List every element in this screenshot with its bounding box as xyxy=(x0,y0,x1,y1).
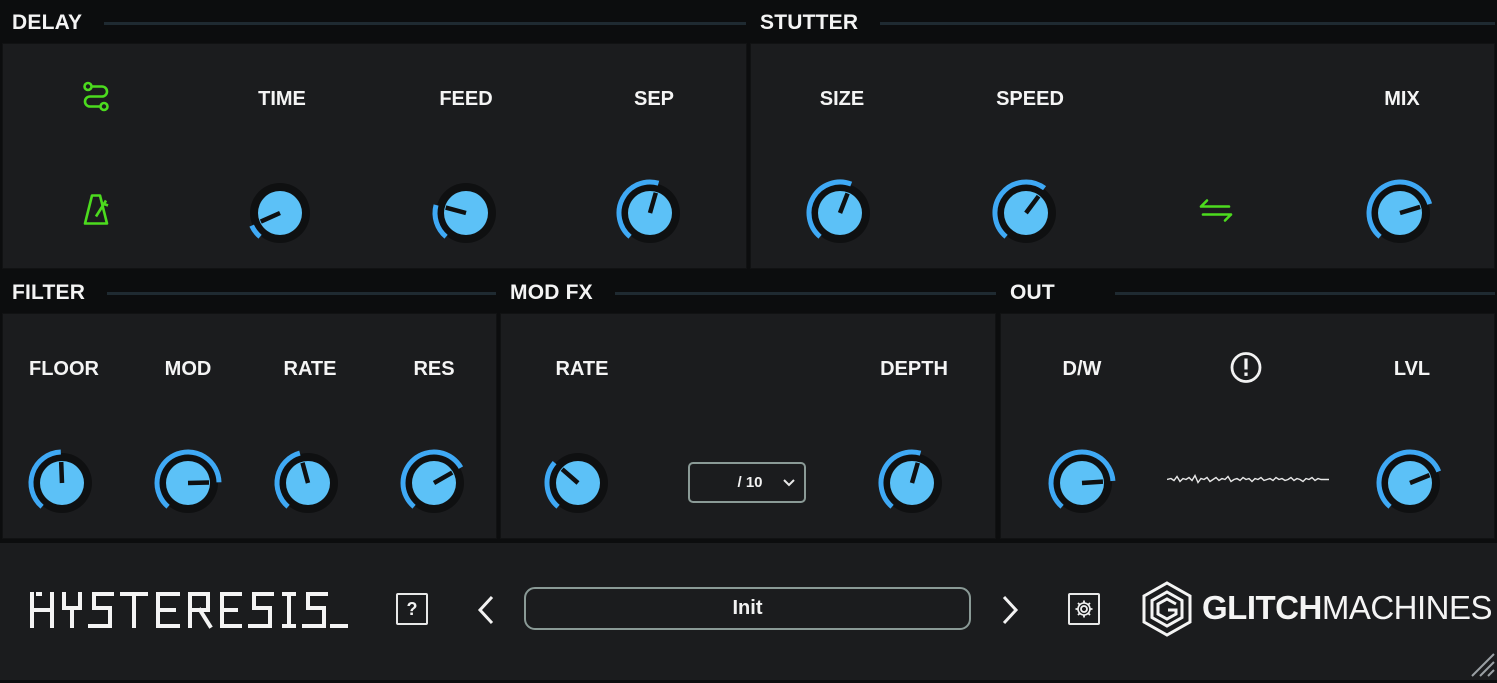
route-icon[interactable] xyxy=(80,81,112,118)
rate-division-value: / 10 xyxy=(737,474,762,491)
delay-header: DELAY xyxy=(12,1,746,45)
feed-knob[interactable] xyxy=(430,177,502,249)
dw-knob[interactable] xyxy=(1046,447,1118,519)
size-knob[interactable] xyxy=(804,177,876,249)
help-label: ? xyxy=(407,599,418,620)
modfx-rate-knob[interactable] xyxy=(542,447,614,519)
alert-icon[interactable] xyxy=(1229,351,1263,390)
modfx-rate-label: RATE xyxy=(556,358,609,381)
depth-label: DEPTH xyxy=(880,358,948,381)
chevron-down-icon xyxy=(782,476,796,490)
gear-icon xyxy=(1074,599,1094,619)
section-title-modfx: MOD FX xyxy=(510,281,593,305)
preset-selector[interactable]: Init xyxy=(524,587,971,630)
section-title-out: OUT xyxy=(1010,281,1055,305)
res-label: RES xyxy=(413,358,454,381)
mod-label: MOD xyxy=(165,358,212,381)
sep-knob[interactable] xyxy=(614,177,686,249)
next-preset-button[interactable] xyxy=(998,594,1020,631)
brand-hexagon-icon xyxy=(1140,580,1194,638)
filter-rate-label: RATE xyxy=(284,358,337,381)
metronome-icon[interactable] xyxy=(81,193,111,232)
mix-label: MIX xyxy=(1384,88,1420,111)
resize-grip-icon xyxy=(1462,644,1496,678)
divider xyxy=(107,292,496,295)
help-button[interactable]: ? xyxy=(396,593,428,625)
speed-label: SPEED xyxy=(996,88,1064,111)
modfx-header: MOD FX xyxy=(510,271,996,315)
hysteresis-logo xyxy=(30,590,348,635)
speed-knob[interactable] xyxy=(990,177,1062,249)
time-label: TIME xyxy=(258,88,306,111)
mix-knob[interactable] xyxy=(1364,177,1436,249)
logo-image xyxy=(30,590,348,630)
dw-label: D/W xyxy=(1063,358,1102,381)
waveform-icon xyxy=(1167,470,1329,495)
swap-arrows-icon[interactable] xyxy=(1198,199,1234,228)
prev-preset-button[interactable] xyxy=(476,594,498,631)
filter-header: FILTER xyxy=(12,271,496,315)
brand-bold: GLITCH xyxy=(1202,589,1322,626)
preset-name: Init xyxy=(733,597,763,620)
section-title-filter: FILTER xyxy=(12,281,85,305)
floor-label: FLOOR xyxy=(29,358,99,381)
stutter-header: STUTTER xyxy=(760,1,1495,45)
divider xyxy=(1115,292,1495,295)
settings-button[interactable] xyxy=(1068,593,1100,625)
section-title-stutter: STUTTER xyxy=(760,11,858,35)
filter-rate-knob[interactable] xyxy=(272,447,344,519)
lvl-label: LVL xyxy=(1394,358,1430,381)
size-label: SIZE xyxy=(820,88,864,111)
brand-light: MACHINES xyxy=(1322,589,1492,626)
brand-name: GLITCHMACHINES xyxy=(1202,589,1492,627)
sep-label: SEP xyxy=(634,88,674,111)
floor-knob[interactable] xyxy=(26,447,98,519)
out-header: OUT xyxy=(1010,271,1495,315)
rate-division-select[interactable]: / 10 xyxy=(688,462,806,503)
time-knob[interactable] xyxy=(244,177,316,249)
chevron-left-icon xyxy=(476,594,498,626)
lvl-knob[interactable] xyxy=(1374,447,1446,519)
depth-knob[interactable] xyxy=(876,447,948,519)
divider xyxy=(880,22,1495,25)
divider xyxy=(615,292,996,295)
mod-knob[interactable] xyxy=(152,447,224,519)
chevron-right-icon xyxy=(998,594,1020,626)
section-title-delay: DELAY xyxy=(12,11,82,35)
resize-handle[interactable] xyxy=(1462,644,1496,683)
feed-label: FEED xyxy=(439,88,492,111)
divider xyxy=(104,22,746,25)
glitchmachines-logo xyxy=(1140,580,1194,643)
res-knob[interactable] xyxy=(398,447,470,519)
